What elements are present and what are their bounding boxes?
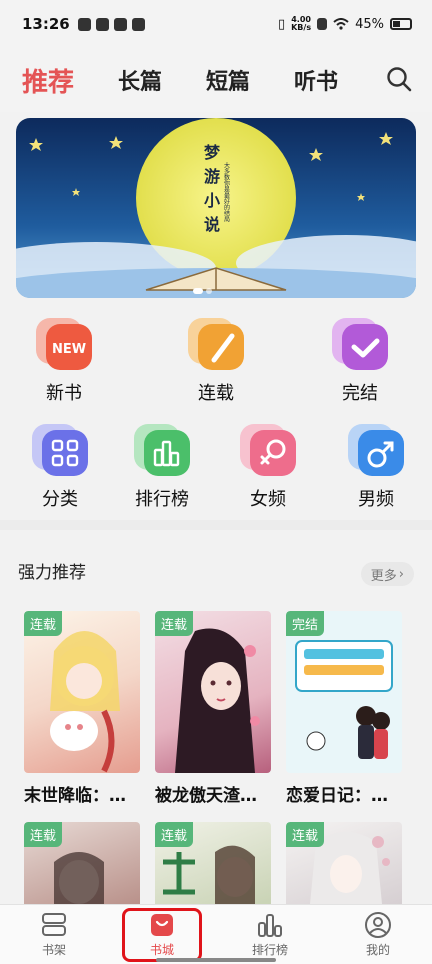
chevron-right-icon: › bbox=[398, 566, 404, 582]
book-card[interactable]: 完结 恋爱日记：… bbox=[286, 611, 402, 806]
banner-title-char-2: 游 bbox=[204, 167, 220, 186]
bar-chart-icon bbox=[134, 424, 190, 480]
entry-label: 完结 bbox=[342, 383, 378, 404]
banner-image: 梦 游 小 说 大多数你是最好的结局 bbox=[16, 118, 416, 298]
male-icon bbox=[348, 424, 404, 480]
entry-label: 分类 bbox=[42, 489, 78, 510]
status-tag: 连载 bbox=[155, 822, 194, 847]
tab-label: 我的 bbox=[365, 943, 390, 957]
sim-icon bbox=[317, 18, 328, 30]
grid-icon bbox=[32, 424, 88, 480]
entry-finished[interactable]: 完结 bbox=[310, 318, 410, 405]
ranking-icon bbox=[258, 914, 282, 937]
book-cover: 连载 bbox=[155, 611, 271, 773]
book-card[interactable]: 连载 末世降临：… bbox=[24, 611, 140, 806]
status-tag: 连载 bbox=[155, 611, 194, 636]
entry-female[interactable]: 女频 bbox=[218, 424, 318, 511]
banner-title-char-1: 梦 bbox=[204, 143, 221, 162]
status-right: ▯ 4.00 KB/s 45% bbox=[278, 16, 412, 32]
battery-icon bbox=[390, 18, 412, 30]
tab-recommend[interactable]: 推荐 bbox=[22, 62, 74, 99]
wifi-icon bbox=[333, 18, 349, 30]
book-title: 恋爱日记：… bbox=[286, 786, 388, 806]
banner-carousel[interactable]: 梦 游 小 说 大多数你是最好的结局 bbox=[16, 118, 416, 298]
top-nav: 推荐 长篇 短篇 听书 bbox=[0, 48, 432, 112]
check-icon bbox=[332, 318, 388, 374]
book-card[interactable]: 连载 bbox=[286, 822, 402, 904]
book-cover: 连载 bbox=[24, 611, 140, 773]
app-notification-icon bbox=[113, 17, 127, 31]
vibrate-icon: ▯ bbox=[277, 16, 286, 32]
bookshelf-icon bbox=[42, 913, 66, 936]
section-divider bbox=[0, 520, 432, 530]
entry-label: 男频 bbox=[358, 489, 394, 510]
entry-male[interactable]: 男频 bbox=[326, 424, 426, 511]
banner-subtitle: 大多数你是最好的结局 bbox=[223, 161, 230, 223]
entry-new-books[interactable]: NEW 新书 bbox=[14, 318, 114, 405]
entry-ranking[interactable]: 排行榜 bbox=[112, 424, 212, 511]
book-cover: 连载 bbox=[24, 822, 140, 904]
entry-label: 新书 bbox=[46, 383, 82, 404]
book-card[interactable]: 连载 bbox=[24, 822, 140, 904]
tab-label: 书架 bbox=[41, 943, 66, 957]
pencil-icon bbox=[188, 318, 244, 374]
banner-dot-active bbox=[193, 288, 203, 294]
notification-icons bbox=[77, 17, 145, 31]
entry-serial[interactable]: 连载 bbox=[166, 318, 266, 405]
book-card[interactable]: 连载 被龙傲天渣… bbox=[155, 611, 271, 806]
banner-title-char-4: 说 bbox=[204, 215, 220, 234]
tab-short[interactable]: 短篇 bbox=[206, 64, 250, 96]
battery-percent: 45% bbox=[355, 16, 384, 32]
new-badge-text: NEW bbox=[52, 342, 86, 357]
banner-dot bbox=[206, 288, 212, 294]
new-book-icon: NEW bbox=[36, 318, 92, 374]
tab-audio[interactable]: 听书 bbox=[294, 64, 338, 96]
app-notification-icon bbox=[131, 17, 145, 31]
more-button[interactable]: 更多 › bbox=[360, 562, 414, 586]
book-title: 被龙傲天渣… bbox=[155, 786, 257, 806]
status-tag: 连载 bbox=[24, 611, 63, 636]
entry-label: 女频 bbox=[250, 489, 286, 510]
status-tag: 连载 bbox=[286, 822, 325, 847]
net-speed-unit: KB/s bbox=[291, 23, 312, 32]
status-time: 13:26 bbox=[22, 15, 70, 33]
app-notification-icon bbox=[77, 17, 91, 31]
status-bar: 13:26 ▯ 4.00 KB/s 45% bbox=[0, 0, 432, 48]
bottom-tab-bar: 书架 书城 排行榜 我的 bbox=[0, 904, 432, 964]
search-icon[interactable] bbox=[386, 66, 412, 92]
tab-label: 排行榜 bbox=[251, 943, 288, 957]
status-tag: 完结 bbox=[286, 611, 325, 636]
selection-highlight bbox=[122, 908, 202, 962]
section-title: 强力推荐 bbox=[18, 563, 86, 583]
book-cover: 完结 bbox=[286, 611, 402, 773]
status-tag: 连载 bbox=[24, 822, 63, 847]
book-cover: 连载 bbox=[155, 822, 271, 904]
more-label: 更多 bbox=[370, 568, 397, 584]
book-cover: 连载 bbox=[286, 822, 402, 904]
tab-bookshelf[interactable]: 书架 bbox=[14, 911, 94, 958]
banner-title-char-3: 小 bbox=[204, 191, 220, 210]
banner-indicator bbox=[193, 279, 215, 298]
net-speed: 4.00 KB/s bbox=[291, 16, 311, 32]
tab-profile[interactable]: 我的 bbox=[338, 911, 418, 958]
entry-category[interactable]: 分类 bbox=[10, 424, 110, 511]
tab-ranking[interactable]: 排行榜 bbox=[230, 911, 310, 958]
entry-label: 连载 bbox=[198, 383, 234, 404]
book-title: 末世降临：… bbox=[24, 786, 126, 806]
book-card[interactable]: 连载 bbox=[155, 822, 271, 904]
app-notification-icon bbox=[95, 17, 109, 31]
profile-icon bbox=[365, 912, 391, 938]
tab-long[interactable]: 长篇 bbox=[118, 64, 162, 96]
female-icon bbox=[240, 424, 296, 480]
entry-label: 排行榜 bbox=[135, 489, 189, 510]
home-indicator[interactable] bbox=[156, 958, 276, 962]
